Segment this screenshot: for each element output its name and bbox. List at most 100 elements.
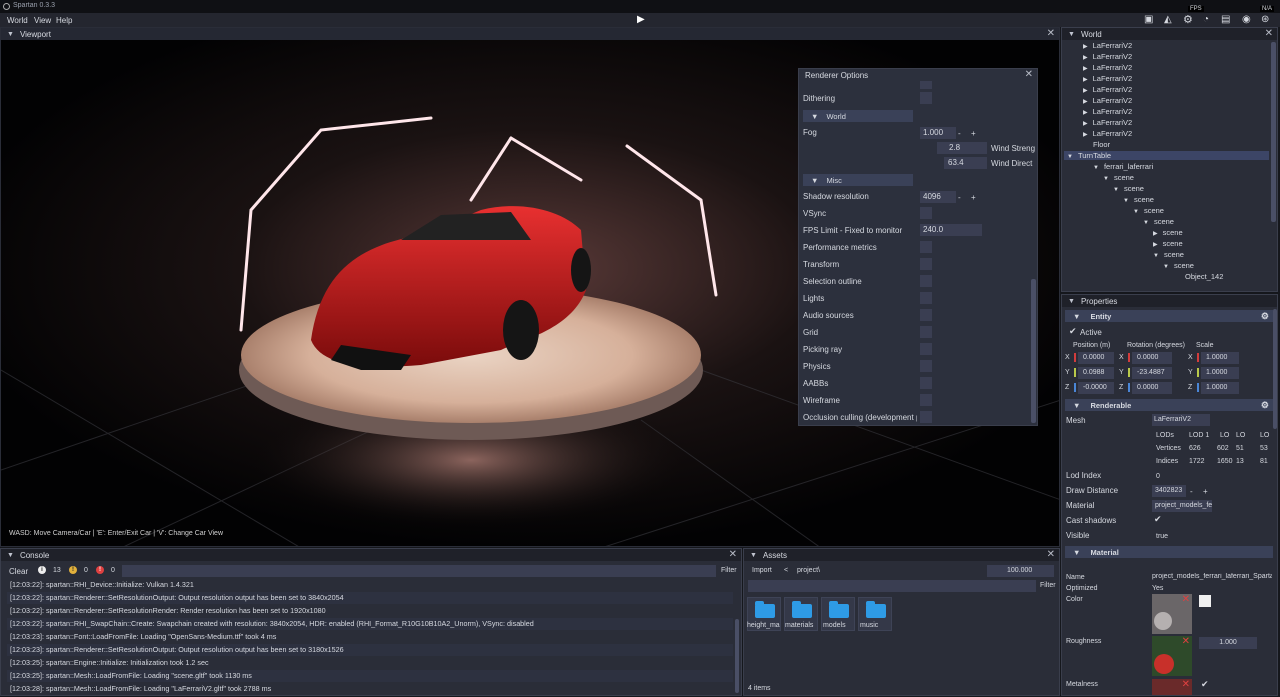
lod-index-value[interactable]: 0 [1156, 473, 1160, 480]
collapse-icon[interactable]: ▼ [1068, 31, 1075, 38]
remove-texture-icon[interactable]: ✕ [1182, 636, 1190, 647]
rotation-y-input[interactable]: -23.4887 [1132, 367, 1172, 379]
close-icon[interactable]: ✕ [1047, 28, 1055, 40]
color-texture-slot[interactable]: ✕ [1152, 594, 1192, 634]
import-button[interactable]: Import [752, 567, 772, 574]
collapse-icon[interactable]: ▼ [750, 552, 757, 559]
menu-world[interactable]: World [7, 16, 28, 25]
tree-item[interactable]: ▼ scene [1163, 261, 1194, 270]
tree-item[interactable]: ▼ scene [1123, 195, 1154, 204]
draw-distance-input[interactable]: 3402823 [1152, 485, 1186, 497]
tree-item[interactable]: ▼ scene [1143, 217, 1174, 226]
checkbox-top[interactable] [920, 81, 932, 89]
tree-item[interactable]: ▼ scene [1103, 173, 1134, 182]
back-button[interactable]: < [784, 567, 788, 574]
gear-icon[interactable]: ⚙ [1183, 13, 1193, 26]
log-line[interactable]: [12:03:23]: spartan::Font::LoadFromFile:… [7, 631, 733, 643]
misc-section-header[interactable]: ▼ Misc [803, 174, 913, 186]
grid-checkbox[interactable] [920, 326, 932, 338]
rotation-x-input[interactable]: 0.0000 [1132, 352, 1172, 364]
git-icon[interactable]: ⊛ [1261, 14, 1269, 25]
aabbs-checkbox[interactable] [920, 377, 932, 389]
fps-limit-input[interactable]: 240.0 [920, 224, 982, 236]
tree-item[interactable]: ▶ LaFerrariV2 [1083, 118, 1132, 127]
tree-item[interactable]: ▶ scene [1153, 228, 1183, 237]
shadow-plus-button[interactable]: + [971, 193, 976, 202]
selection-outline-checkbox[interactable] [920, 275, 932, 287]
scrollbar[interactable] [1273, 309, 1277, 429]
info-icon[interactable]: i [38, 566, 46, 574]
menu-view[interactable]: View [34, 16, 51, 25]
tree-item[interactable]: ▶ LaFerrariV2 [1083, 63, 1132, 72]
renderer-options-title-bar[interactable]: Renderer Options [799, 69, 1037, 81]
assets-filter-input[interactable] [748, 580, 1036, 592]
position-x-input[interactable]: 0.0000 [1078, 352, 1114, 364]
transform-checkbox[interactable] [920, 258, 932, 270]
gear-icon[interactable]: ⚙ [1261, 311, 1269, 322]
rotation-z-input[interactable]: 0.0000 [1132, 382, 1172, 394]
wind-strength-input[interactable]: 2.8 [937, 142, 987, 154]
collapse-icon[interactable]: ▼ [1068, 298, 1075, 305]
active-checkbox[interactable]: ✔ [1069, 326, 1077, 337]
clear-button[interactable]: Clear [9, 567, 28, 576]
performance-metrics-checkbox[interactable] [920, 241, 932, 253]
wind-direction-input[interactable]: 63.4 [944, 157, 987, 169]
wireframe-checkbox[interactable] [920, 394, 932, 406]
remove-texture-icon[interactable]: ✕ [1182, 679, 1190, 690]
audio-sources-checkbox[interactable] [920, 309, 932, 321]
tree-item[interactable]: ▼ scene [1133, 206, 1164, 215]
log-line[interactable]: [12:03:22]: spartan::RHI_Device::Initial… [7, 579, 733, 591]
tree-item[interactable]: ▶ scene [1153, 239, 1183, 248]
eye-icon[interactable]: ◉ [1242, 14, 1251, 25]
log-line[interactable]: [12:03:22]: spartan::Renderer::SetResolu… [7, 605, 733, 617]
material-field[interactable]: project_models_fe [1152, 500, 1212, 512]
renderable-section-header[interactable]: ▼ Renderable ⚙ [1065, 399, 1273, 411]
material-section-header[interactable]: ▼ Material [1065, 546, 1273, 558]
tree-item[interactable]: ▶ LaFerrariV2 [1083, 129, 1132, 138]
tree-item-selected[interactable]: ▼ TurnTable [1064, 151, 1269, 160]
tree-item[interactable]: Object_142 [1185, 272, 1223, 281]
collapse-icon[interactable]: ▼ [7, 31, 14, 38]
color-swatch[interactable] [1199, 595, 1211, 607]
shadow-resolution-input[interactable]: 4096 [920, 191, 956, 203]
world-section-header[interactable]: ▼ World [803, 110, 913, 122]
roughness-texture-slot[interactable]: ✕ [1152, 636, 1192, 676]
scale-x-input[interactable]: 1.0000 [1201, 352, 1239, 364]
roughness-input[interactable]: 1.000 [1199, 637, 1257, 649]
console-filter-input[interactable] [122, 565, 716, 577]
close-icon[interactable]: ✕ [1025, 69, 1033, 81]
scale-z-input[interactable]: 1.0000 [1201, 382, 1239, 394]
position-z-input[interactable]: -0.0000 [1078, 382, 1114, 394]
physics-checkbox[interactable] [920, 360, 932, 372]
scrollbar[interactable] [1271, 42, 1276, 222]
fog-plus-button[interactable]: + [971, 129, 976, 138]
menu-help[interactable]: Help [56, 16, 72, 25]
shadow-minus-button[interactable]: - [958, 193, 961, 202]
fog-minus-button[interactable]: - [958, 129, 961, 138]
warning-icon[interactable]: ! [69, 566, 77, 574]
position-y-input[interactable]: 0.0988 [1078, 367, 1114, 379]
error-icon[interactable]: ! [96, 566, 104, 574]
close-icon[interactable]: ✕ [1265, 28, 1273, 40]
close-icon[interactable]: ✕ [1047, 549, 1055, 561]
scrollbar[interactable] [1031, 279, 1036, 423]
log-line[interactable]: [12:03:22]: spartan::Renderer::SetResolu… [7, 592, 733, 604]
gauge-icon[interactable]: ◔ [1203, 14, 1209, 25]
vsync-checkbox[interactable] [920, 207, 932, 219]
tree-item[interactable]: ▶ LaFerrariV2 [1083, 85, 1132, 94]
metalness-texture-slot[interactable]: ✕ [1152, 679, 1192, 695]
tree-item[interactable]: ▶ LaFerrariV2 [1083, 41, 1132, 50]
mesh-field[interactable]: LaFerrariV2 [1152, 414, 1210, 426]
tree-item[interactable]: ▼ ferrari_laferrari [1093, 162, 1153, 171]
log-line[interactable]: [12:03:25]: spartan::Mesh::LoadFromFile:… [7, 670, 733, 682]
draw-distance-plus-button[interactable]: + [1203, 487, 1208, 496]
log-line[interactable]: [12:03:22]: spartan::RHI_SwapChain::Crea… [7, 618, 733, 630]
close-icon[interactable]: ✕ [729, 549, 737, 561]
lights-checkbox[interactable] [920, 292, 932, 304]
gear-icon[interactable]: ⚙ [1261, 400, 1269, 411]
scale-y-input[interactable]: 1.0000 [1201, 367, 1239, 379]
tree-item[interactable]: ▼ scene [1153, 250, 1184, 259]
physics-icon[interactable]: ◭ [1164, 14, 1172, 25]
zoom-slider[interactable]: 100.000 [987, 565, 1054, 577]
tree-item[interactable]: ▶ LaFerrariV2 [1083, 107, 1132, 116]
